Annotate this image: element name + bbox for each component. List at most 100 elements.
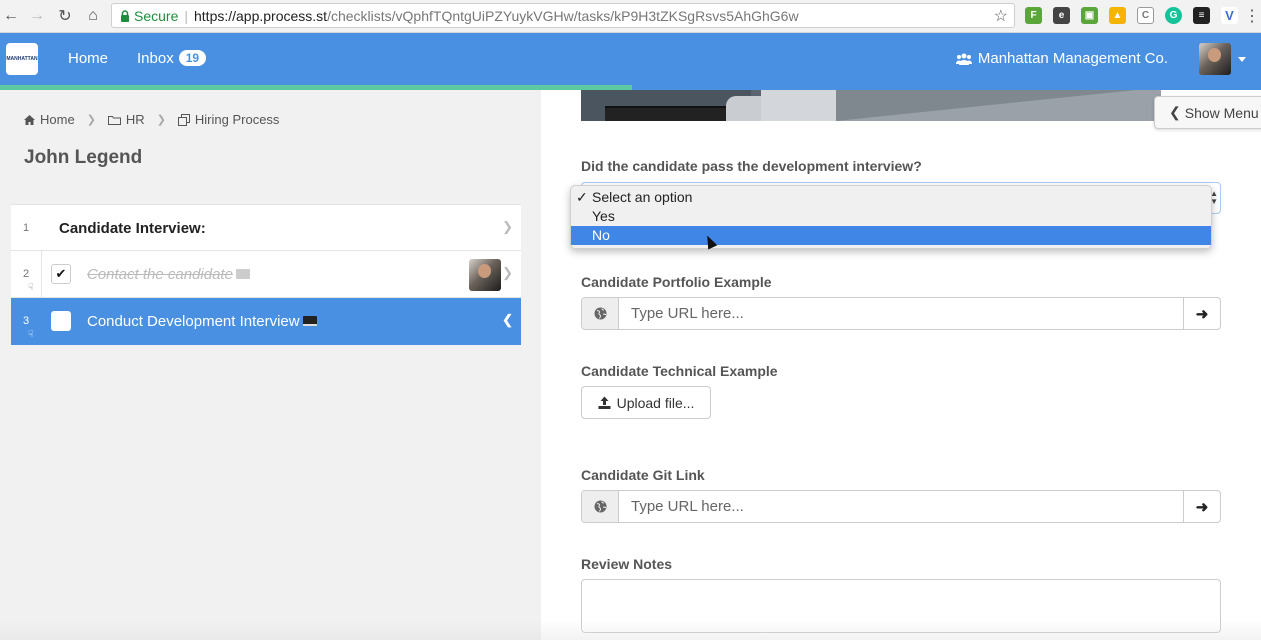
task-detail-panel: ❮ Show Menu Did the candidate pass the d… (541, 90, 1261, 640)
url-host: https://app.process.st (194, 7, 328, 24)
feedly-extension-icon[interactable]: F (1025, 7, 1042, 24)
buffer-extension-icon[interactable]: ≡ (1193, 7, 1210, 24)
task-title: Conduct Development Interview (87, 313, 317, 330)
company-logo[interactable]: MANHATTAN (6, 43, 38, 75)
breadcrumb: Home ❯ HR ❯ Hiring Process (24, 112, 279, 127)
chevron-left-icon: ❮ (1169, 104, 1181, 120)
users-icon (955, 53, 972, 65)
task-number: 3 (23, 315, 30, 327)
grammarly-extension-icon[interactable]: G (1165, 7, 1182, 24)
globe-icon (582, 298, 619, 329)
breadcrumb-template-label: Hiring Process (194, 112, 280, 127)
task-sidebar: Home ❯ HR ❯ Hiring Process John Legend 1… (0, 90, 541, 640)
git-link-label: Candidate Git Link (581, 467, 705, 483)
assignee-avatar[interactable] (469, 259, 501, 291)
chevron-right-icon: ❯ (502, 265, 513, 280)
task-checkbox[interactable] (51, 311, 71, 331)
git-url-input[interactable] (619, 491, 1183, 522)
chevron-left-icon: ❮ (502, 312, 513, 327)
arrow-right-icon[interactable]: ➜ (1183, 298, 1220, 329)
option-yes[interactable]: Yes (571, 207, 1211, 226)
upload-icon (598, 396, 611, 409)
drive-extension-icon[interactable]: ▲ (1109, 7, 1126, 24)
breadcrumb-home-label: Home (40, 112, 75, 127)
task-divider (41, 251, 42, 298)
arrow-right-icon[interactable]: ➜ (1183, 491, 1220, 522)
chevron-right-icon: ❯ (502, 219, 513, 234)
task-row[interactable]: 2 ☟ ✔ Contact the candidate ❯ (11, 251, 521, 298)
browser-toolbar: ← → ↻ ⌂ Secure | https://app.process.st /… (0, 0, 1261, 33)
show-menu-button[interactable]: ❮ Show Menu (1154, 96, 1261, 129)
user-menu-caret-icon[interactable] (1238, 57, 1246, 62)
task-heading-title: Candidate Interview: (59, 220, 206, 237)
task-number: 1 (23, 222, 30, 234)
inbox-label: Inbox (137, 50, 174, 67)
show-menu-label: Show Menu (1184, 104, 1259, 121)
v-extension-icon[interactable]: V (1221, 7, 1238, 24)
option-no[interactable]: No (571, 226, 1211, 245)
stop-hand-icon: ☟ (28, 282, 34, 292)
task-title: Contact the candidate (87, 266, 250, 283)
breadcrumb-template[interactable]: Hiring Process (177, 112, 280, 127)
task-banner-image (581, 90, 1161, 121)
browser-menu-icon[interactable]: ⋮ (1244, 5, 1260, 27)
app-header: MANHATTAN Home Inbox 19 Manhattan Managem… (0, 33, 1261, 85)
task-list: 1 Candidate Interview: ❯ 2 ☟ ✔ Contact t… (11, 204, 521, 345)
globe-icon (582, 491, 619, 522)
stop-hand-icon: ☟ (28, 329, 34, 339)
option-label: No (592, 227, 610, 243)
organization-name: Manhattan Management Co. (977, 50, 1168, 67)
secure-indicator: Secure (120, 8, 178, 24)
task-title-text: Contact the candidate (87, 266, 233, 283)
checkmark-icon: ✓ (576, 189, 588, 205)
copy-icon (177, 113, 190, 126)
portfolio-url-input[interactable] (619, 298, 1183, 329)
screen-extension-icon[interactable]: ▣ (1081, 7, 1098, 24)
upload-file-label: Upload file... (616, 394, 695, 411)
task-heading-row[interactable]: 1 Candidate Interview: ❯ (11, 204, 521, 251)
laptop-emoji-icon (302, 316, 317, 326)
option-label: Yes (592, 208, 615, 224)
task-checkbox-checked[interactable]: ✔ (51, 264, 71, 284)
select-options-menu: ✓ Select an option Yes No (570, 185, 1212, 249)
bookmark-star-icon[interactable]: ☆ (994, 6, 1008, 26)
task-row-active[interactable]: 3 ☟ Conduct Development Interview ❮ (11, 298, 521, 345)
secure-label: Secure (134, 7, 179, 24)
page-extension-icon[interactable]: C (1137, 7, 1154, 24)
task-title-text: Conduct Development Interview (87, 313, 300, 330)
url-divider: | (184, 7, 188, 24)
reload-icon[interactable]: ↻ (54, 5, 76, 27)
logo-text: MANHATTAN (6, 56, 38, 62)
breadcrumb-folder[interactable]: HR (107, 112, 145, 127)
bottom-fade (0, 620, 1261, 640)
home-icon[interactable]: ⌂ (82, 5, 104, 27)
organization-switcher[interactable]: Manhattan Management Co. (955, 50, 1168, 67)
question-label: Did the candidate pass the development i… (581, 158, 922, 174)
lock-icon (121, 9, 129, 22)
option-label: Select an option (592, 189, 693, 205)
portfolio-label: Candidate Portfolio Example (581, 274, 772, 290)
back-icon[interactable]: ← (0, 5, 22, 27)
inbox-count-badge: 19 (178, 50, 207, 66)
git-url-group: ➜ (581, 490, 1221, 523)
task-number: 2 (23, 268, 30, 280)
technical-label: Candidate Technical Example (581, 363, 778, 379)
review-notes-label: Review Notes (581, 556, 673, 572)
evernote-extension-icon[interactable]: e (1053, 7, 1070, 24)
nav-inbox-link[interactable]: Inbox 19 (137, 50, 207, 67)
home-icon (24, 114, 35, 125)
user-avatar[interactable] (1199, 43, 1231, 75)
breadcrumb-separator-icon: ❯ (86, 114, 96, 126)
upload-file-button[interactable]: Upload file... (581, 386, 711, 419)
nav-home-link[interactable]: Home (68, 50, 108, 67)
breadcrumb-home[interactable]: Home (24, 112, 75, 127)
folder-icon (107, 115, 121, 125)
option-select-an-option[interactable]: ✓ Select an option (571, 188, 1211, 207)
url-path: /checklists/vQphfTQntgUiPZYuykVGHw/tasks… (327, 7, 799, 24)
forward-icon[interactable]: → (26, 5, 48, 27)
address-bar[interactable]: Secure | https://app.process.st/checklis… (111, 3, 1015, 28)
portfolio-url-group: ➜ (581, 297, 1221, 330)
keyboard-emoji-icon (235, 269, 250, 279)
checklist-name: John Legend (24, 147, 143, 168)
breadcrumb-folder-label: HR (125, 112, 145, 127)
